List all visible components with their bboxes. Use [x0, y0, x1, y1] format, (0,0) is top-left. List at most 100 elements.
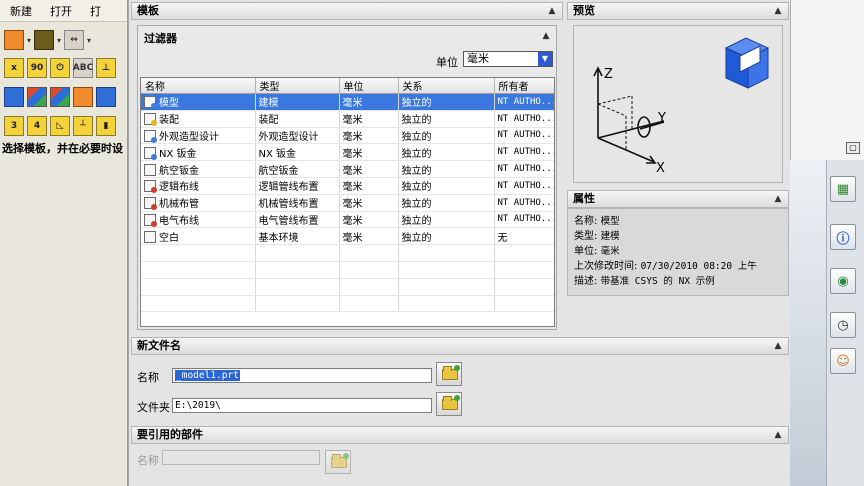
collapse-icon[interactable]: ▲ [771, 192, 785, 206]
filter-title: 过滤器 [144, 32, 177, 45]
filename-input-value: _model1.prt [175, 370, 240, 381]
folder-input[interactable]: E:\2019\ [172, 398, 432, 413]
unit-dropdown[interactable]: 毫米 ▼ [463, 51, 553, 67]
browse-folder-button[interactable] [436, 392, 462, 416]
coordinate-icon[interactable]: ⊥ [96, 58, 116, 78]
maximize-icon[interactable]: ▢ [846, 142, 860, 154]
snap-icon[interactable]: x [4, 58, 24, 78]
row-name: NX 钣金 [159, 148, 197, 160]
preview-pane: Z Y X [573, 25, 783, 183]
mechanical-routing-icon [144, 197, 157, 211]
row-unit: 毫米 [339, 211, 399, 229]
text-style-icon[interactable]: ABC [73, 58, 93, 78]
template-table: 名称 类型 单位 关系 所有者 模型 建模 毫米 独立的 NT AUTHO... [140, 77, 555, 327]
chevron-down-icon[interactable]: ▼ [538, 52, 552, 66]
properties-section-header[interactable]: 属性 ▲ [567, 190, 789, 208]
part-icon[interactable] [73, 87, 93, 107]
cube-icon[interactable] [4, 87, 24, 107]
number-4-icon[interactable]: 4 [27, 116, 47, 136]
color-swatch-icon[interactable] [34, 30, 55, 50]
preview-section-title: 预览 [573, 4, 595, 17]
table-row-empty [141, 244, 554, 262]
csys-preview-graphic: Z Y X [593, 37, 770, 176]
template-section-title: 模板 [137, 4, 159, 17]
render-style-icon[interactable] [4, 30, 24, 50]
model-icon [144, 96, 157, 110]
measure-icon[interactable]: ◺ [50, 116, 70, 136]
table-row[interactable]: 外观造型设计 外观造型设计 毫米 独立的 NT AUTHO... [141, 127, 554, 145]
mirror-icon[interactable]: ↔ [64, 30, 85, 50]
row-owner: 无 [494, 227, 554, 246]
row-unit: 毫米 [339, 227, 399, 246]
row-unit: 毫米 [339, 177, 399, 195]
table-row[interactable]: NX 钣金 NX 钣金 毫米 独立的 NT AUTHO... [141, 143, 554, 162]
menu-print[interactable]: 打 [80, 3, 109, 19]
menu-open[interactable]: 打开 [40, 3, 80, 19]
roles-icon[interactable]: ☺ [830, 348, 856, 374]
menu-new[interactable]: 新建 [0, 3, 40, 19]
col-header-name[interactable]: 名称 [141, 78, 256, 94]
components-icon[interactable] [50, 87, 70, 107]
row-unit: 毫米 [339, 143, 399, 162]
web-browser-icon[interactable]: ◉ [830, 268, 856, 294]
blank-file-icon [144, 230, 156, 243]
info-icon[interactable]: ⓘ [830, 224, 856, 250]
table-row[interactable]: 航空钣金 航空钣金 毫米 独立的 NT AUTHO... [141, 160, 554, 178]
collapse-icon[interactable]: ▲ [545, 4, 559, 18]
dropdown-arrow-icon[interactable]: ▾ [27, 36, 31, 45]
collapse-icon[interactable]: ▲ [539, 29, 553, 43]
preview-section-header[interactable]: 预览 ▲ [567, 2, 789, 20]
collapse-icon[interactable]: ▲ [771, 339, 785, 353]
dropdown-arrow-icon[interactable]: ▾ [57, 36, 61, 45]
prop-modified: 上次修改时间: 07/30/2010 08:20 上午 [574, 261, 757, 272]
row-relation: 独立的 [398, 127, 495, 145]
row-name: 机械布管 [159, 199, 199, 211]
table-row-empty [141, 295, 554, 313]
ref-browse-button [325, 450, 351, 474]
col-header-unit[interactable]: 单位 [339, 78, 399, 94]
row-relation: 独立的 [398, 227, 495, 246]
collapse-icon[interactable]: ▲ [771, 428, 785, 442]
table-row[interactable]: 空白 基本环境 毫米 独立的 无 [141, 227, 554, 246]
shell-icon[interactable] [96, 87, 116, 107]
new-filename-section-header[interactable]: 新文件名 ▲ [131, 337, 789, 355]
table-row[interactable]: 逻辑布线 逻辑管线布置 毫米 独立的 NT AUTHO... [141, 177, 554, 195]
toolbar-row-1: ▾ ▾ ↔ ▾ [4, 27, 91, 53]
row-unit: 毫米 [339, 160, 399, 178]
col-header-owner[interactable]: 所有者 [494, 78, 554, 94]
table-row[interactable]: 电气布线 电气管线布置 毫米 独立的 NT AUTHO... [141, 211, 554, 229]
row-type: NX 钣金 [255, 143, 340, 162]
prop-description: 描述: 带基准 CSYS 的 NX 示例 [574, 276, 715, 287]
dimension-icon[interactable]: ┴ [73, 116, 93, 136]
angle-icon[interactable]: 90 [27, 58, 47, 78]
power-icon[interactable]: ⏻ [50, 58, 70, 78]
aero-sheet-metal-icon [144, 163, 156, 176]
open-folder-icon [442, 365, 460, 380]
collapse-icon[interactable]: ▲ [771, 4, 785, 18]
axis-y-label: Y [657, 111, 666, 126]
table-row[interactable]: 装配 装配 毫米 独立的 NT AUTHO... [141, 110, 554, 128]
filename-input[interactable]: _model1.prt [172, 368, 432, 383]
chart-icon[interactable]: ▮ [96, 116, 116, 136]
history-clock-icon[interactable]: ◷ [830, 312, 856, 338]
dropdown-arrow-icon[interactable]: ▾ [87, 36, 91, 45]
assembly-navigator-icon[interactable]: ▦ [830, 176, 856, 202]
row-type: 机械管线布置 [255, 194, 340, 212]
template-section-header[interactable]: 模板 ▲ [131, 2, 563, 20]
referenced-parts-section-header[interactable]: 要引用的部件 ▲ [131, 426, 789, 444]
row-type: 逻辑管线布置 [255, 177, 340, 195]
open-folder-icon [331, 453, 349, 468]
new-file-dialog: 模板 ▲ 过滤器 ▲ 单位 毫米 ▼ 名称 类型 单位 关系 所有者 模型 建模… [128, 0, 790, 486]
table-row[interactable]: 机械布管 机械管线布置 毫米 独立的 NT AUTHO... [141, 194, 554, 212]
folder-label: 文件夹 [137, 401, 170, 414]
status-prompt: 选择模板，并在必要时设 [2, 142, 123, 155]
assembly-icon[interactable] [27, 87, 47, 107]
table-row[interactable]: 模型 建模 毫米 独立的 NT AUTHO... [141, 93, 554, 111]
browse-name-button[interactable] [436, 362, 462, 386]
name-label: 名称 [137, 371, 159, 384]
col-header-relation[interactable]: 关系 [398, 78, 495, 94]
ref-name-input [162, 450, 320, 465]
row-type: 航空钣金 [255, 160, 340, 178]
col-header-type[interactable]: 类型 [255, 78, 340, 94]
number-3-icon[interactable]: 3 [4, 116, 24, 136]
